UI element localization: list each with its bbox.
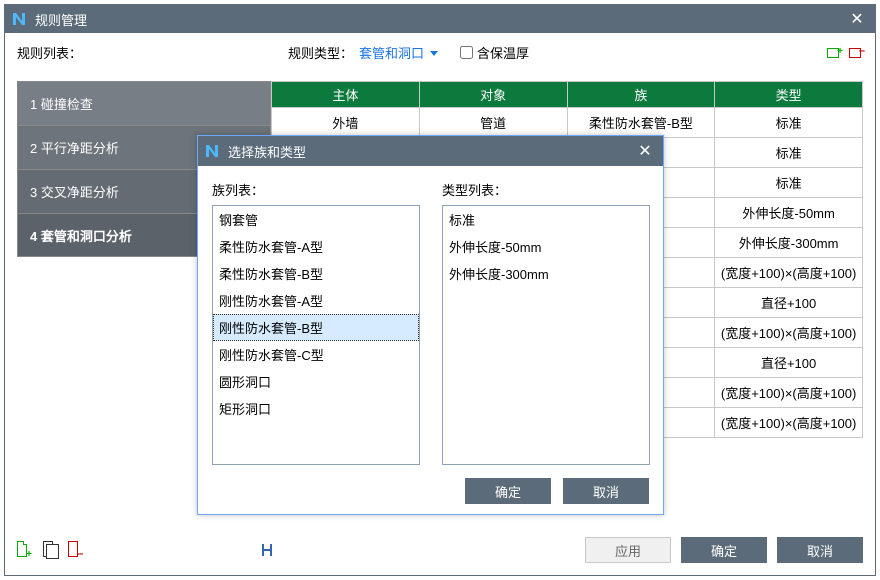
rule-type-select[interactable]: 套管和洞口 xyxy=(359,43,438,62)
grid-cell[interactable]: 标准 xyxy=(715,168,863,198)
grid-cell[interactable]: (宽度+100)×(高度+100) xyxy=(715,258,863,288)
dialog-close-icon[interactable]: ✕ xyxy=(631,140,659,162)
list-item[interactable]: 钢套管 xyxy=(213,206,419,233)
grid-cell[interactable]: 标准 xyxy=(715,108,863,138)
add-row-icon[interactable] xyxy=(825,46,841,60)
family-list-label: 族列表： xyxy=(212,180,420,199)
list-item[interactable]: 刚性防水套管-A型 xyxy=(213,287,419,314)
dialog-title: 选择族和类型 xyxy=(228,142,306,161)
window-title: 规则管理 xyxy=(35,10,87,29)
grid-cell[interactable]: 直径+100 xyxy=(715,348,863,378)
copy-rule-icon[interactable] xyxy=(43,541,59,557)
dialog-ok-button[interactable]: 确定 xyxy=(465,478,551,504)
cancel-button[interactable]: 取消 xyxy=(777,537,863,563)
chevron-down-icon xyxy=(430,45,438,60)
grid-cell[interactable]: (宽度+100)×(高度+100) xyxy=(715,408,863,438)
type-list-label: 类型列表： xyxy=(442,180,650,199)
apply-button[interactable]: 应用 xyxy=(585,537,671,563)
grid-cell[interactable]: 外伸长度-50mm xyxy=(715,198,863,228)
grid-cell[interactable]: 直径+100 xyxy=(715,288,863,318)
family-listbox[interactable]: 钢套管柔性防水套管-A型柔性防水套管-B型刚性防水套管-A型刚性防水套管-B型刚… xyxy=(212,205,420,465)
ok-button[interactable]: 确定 xyxy=(681,537,767,563)
grid-cell[interactable]: 柔性防水套管-B型 xyxy=(567,108,715,138)
close-icon[interactable]: ✕ xyxy=(843,8,871,30)
dialog-body: 族列表： 钢套管柔性防水套管-A型柔性防水套管-B型刚性防水套管-A型刚性防水套… xyxy=(198,166,663,473)
include-thickness-input[interactable] xyxy=(460,46,473,59)
list-item[interactable]: 柔性防水套管-B型 xyxy=(213,260,419,287)
align-icon[interactable] xyxy=(260,543,274,557)
rule-list-label: 规则列表： xyxy=(17,43,82,62)
titlebar[interactable]: 规则管理 ✕ xyxy=(5,5,875,33)
grid-header: 类型 xyxy=(715,82,863,108)
delete-row-icon[interactable] xyxy=(847,46,863,60)
sidebar-item-collision[interactable]: 1 碰撞检查 xyxy=(17,81,271,125)
grid-cell[interactable]: 外伸长度-300mm xyxy=(715,228,863,258)
select-family-type-dialog: 选择族和类型 ✕ 族列表： 钢套管柔性防水套管-A型柔性防水套管-B型刚性防水套… xyxy=(197,135,664,515)
list-item[interactable]: 刚性防水套管-B型 xyxy=(213,314,419,341)
grid-header: 主体 xyxy=(272,82,420,108)
list-item[interactable]: 圆形洞口 xyxy=(213,368,419,395)
rule-type-value: 套管和洞口 xyxy=(359,43,424,62)
rule-type-label: 规则类型： xyxy=(288,43,353,62)
grid-header: 族 xyxy=(567,82,715,108)
list-item[interactable]: 矩形洞口 xyxy=(213,395,419,422)
dialog-titlebar[interactable]: 选择族和类型 ✕ xyxy=(198,136,663,166)
delete-rule-icon[interactable] xyxy=(68,541,84,557)
list-item[interactable]: 柔性防水套管-A型 xyxy=(213,233,419,260)
grid-cell[interactable]: (宽度+100)×(高度+100) xyxy=(715,378,863,408)
list-item[interactable]: 刚性防水套管-C型 xyxy=(213,341,419,368)
app-logo-icon xyxy=(11,11,27,27)
dialog-cancel-button[interactable]: 取消 xyxy=(563,478,649,504)
include-thickness-checkbox[interactable]: 含保温厚 xyxy=(460,43,529,62)
list-item[interactable]: 外伸长度-300mm xyxy=(443,260,649,287)
grid-cell[interactable]: 管道 xyxy=(419,108,567,138)
grid-cell[interactable]: (宽度+100)×(高度+100) xyxy=(715,318,863,348)
include-thickness-label: 含保温厚 xyxy=(477,43,529,62)
footer: 应用 确定 取消 xyxy=(17,535,863,565)
grid-header: 对象 xyxy=(419,82,567,108)
list-item[interactable]: 外伸长度-50mm xyxy=(443,233,649,260)
grid-cell[interactable]: 外墙 xyxy=(272,108,420,138)
grid-cell[interactable]: 标准 xyxy=(715,138,863,168)
list-item[interactable]: 标准 xyxy=(443,206,649,233)
table-row[interactable]: 外墙管道柔性防水套管-B型标准 xyxy=(272,108,863,138)
top-row: 规则列表： 规则类型： 套管和洞口 含保温厚 xyxy=(5,33,875,68)
type-listbox[interactable]: 标准外伸长度-50mm外伸长度-300mm xyxy=(442,205,650,465)
app-logo-icon xyxy=(204,143,220,159)
new-rule-icon[interactable] xyxy=(17,541,33,557)
